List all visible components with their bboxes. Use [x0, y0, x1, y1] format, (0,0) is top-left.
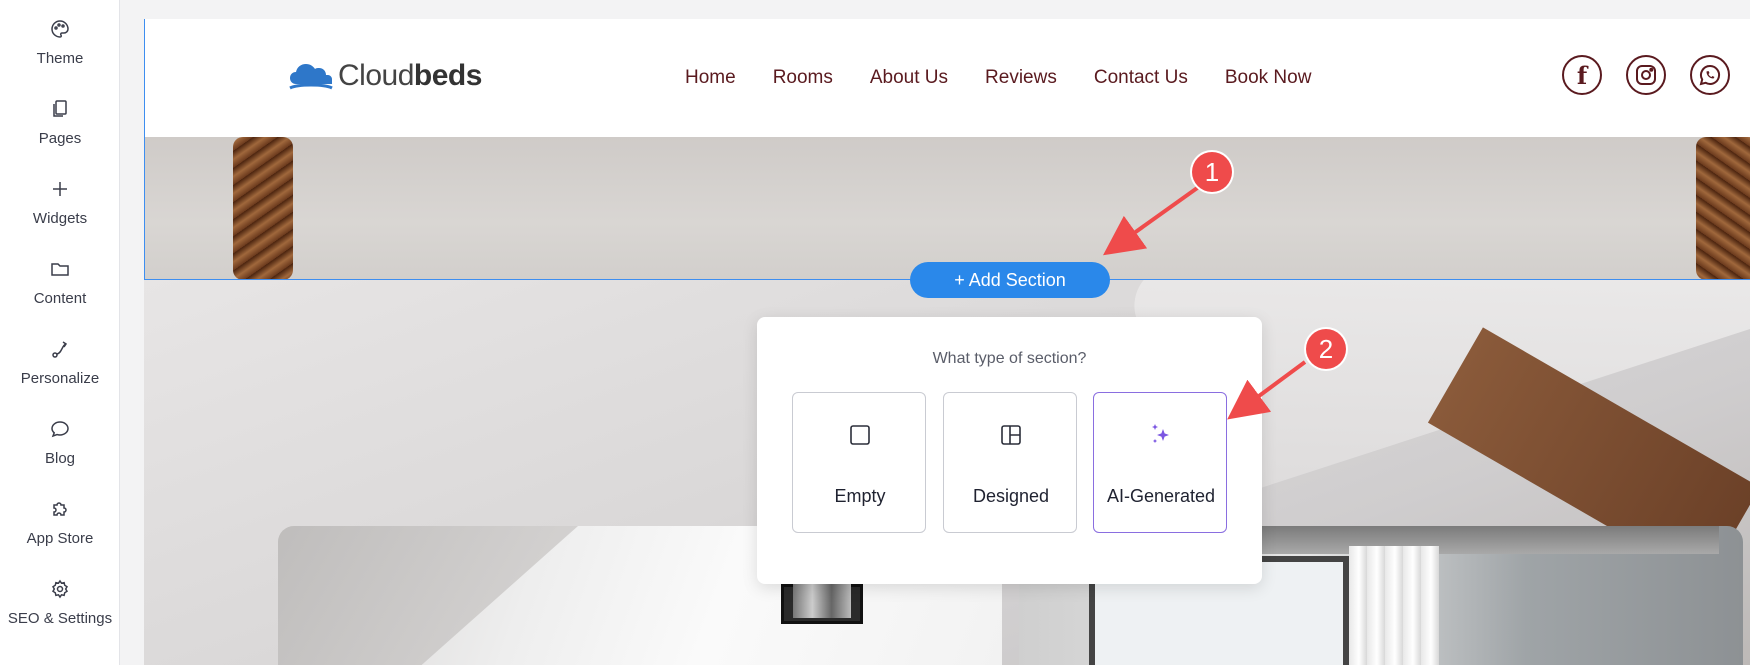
layout-icon [944, 421, 1078, 449]
curtain [1349, 546, 1439, 665]
sidebar-item-label: Content [33, 290, 87, 307]
nav-link-reviews[interactable]: Reviews [985, 67, 1057, 89]
site-nav: Home Rooms About Us Reviews Contact Us B… [685, 67, 1348, 89]
editor-sidebar: Theme Pages Widgets Content Personalize … [0, 0, 120, 665]
square-icon [793, 421, 927, 449]
nav-link-book-now[interactable]: Book Now [1225, 67, 1312, 89]
sidebar-item-label: Pages [38, 130, 82, 147]
popup-title: What type of section? [932, 350, 1087, 367]
logo-text-bold: beds [413, 59, 483, 92]
site-logo[interactable]: Cloudbeds [288, 59, 482, 93]
puzzle-icon [49, 498, 71, 520]
annotation-callout-2: 2 [1306, 329, 1346, 369]
plus-icon [49, 178, 71, 200]
nav-link-rooms[interactable]: Rooms [773, 67, 833, 89]
sidebar-item-widgets[interactable]: Widgets [0, 168, 120, 248]
sidebar-item-label: Widgets [32, 210, 88, 227]
sidebar-item-theme[interactable]: Theme [0, 8, 120, 88]
sidebar-item-label: App Store [26, 530, 94, 547]
sidebar-item-label: Personalize [20, 370, 100, 387]
sidebar-item-app-store[interactable]: App Store [0, 488, 120, 568]
option-label: Empty [834, 486, 886, 506]
section-option-ai-generated[interactable]: AI-Generated [1093, 392, 1227, 533]
annotation-callout-1: 1 [1192, 152, 1232, 192]
cloud-logo-icon [289, 64, 333, 90]
add-section-button[interactable]: + Add Section [910, 262, 1110, 298]
hero-section[interactable] [144, 137, 1750, 280]
sidebar-item-label: Theme [36, 50, 84, 67]
palette-icon [49, 18, 71, 40]
option-label: Designed [972, 486, 1050, 506]
chat-bubble-icon [49, 418, 71, 440]
option-label: AI-Generated [1106, 486, 1216, 506]
folder-icon [49, 258, 71, 280]
whatsapp-icon[interactable] [1690, 55, 1730, 95]
sidebar-item-label: SEO & Settings [7, 610, 113, 627]
sidebar-item-pages[interactable]: Pages [0, 88, 120, 168]
site-header[interactable]: Cloudbeds Home Rooms About Us Reviews Co… [144, 19, 1750, 137]
logo-text-light: Cloud [338, 59, 414, 92]
section-type-popup: What type of section? Empty Designed AI-… [757, 317, 1262, 584]
sidebar-item-personalize[interactable]: Personalize [0, 328, 120, 408]
nav-link-home[interactable]: Home [685, 67, 736, 89]
pages-icon [49, 98, 71, 120]
facebook-icon[interactable]: f [1562, 55, 1602, 95]
bedpost-right [1696, 137, 1750, 279]
nav-link-about-us[interactable]: About Us [870, 67, 948, 89]
sidebar-item-seo-settings[interactable]: SEO & Settings [0, 568, 120, 648]
section-option-empty[interactable]: Empty [792, 392, 926, 533]
sidebar-item-label: Blog [44, 450, 76, 467]
section-option-designed[interactable]: Designed [943, 392, 1077, 533]
personalize-icon [49, 338, 71, 360]
sparkles-icon [1094, 421, 1228, 449]
instagram-icon[interactable] [1626, 55, 1666, 95]
gear-icon [49, 578, 71, 600]
sidebar-item-blog[interactable]: Blog [0, 408, 120, 488]
sidebar-item-content[interactable]: Content [0, 248, 120, 328]
nav-link-contact-us[interactable]: Contact Us [1094, 67, 1188, 89]
bedpost-left [233, 137, 293, 279]
